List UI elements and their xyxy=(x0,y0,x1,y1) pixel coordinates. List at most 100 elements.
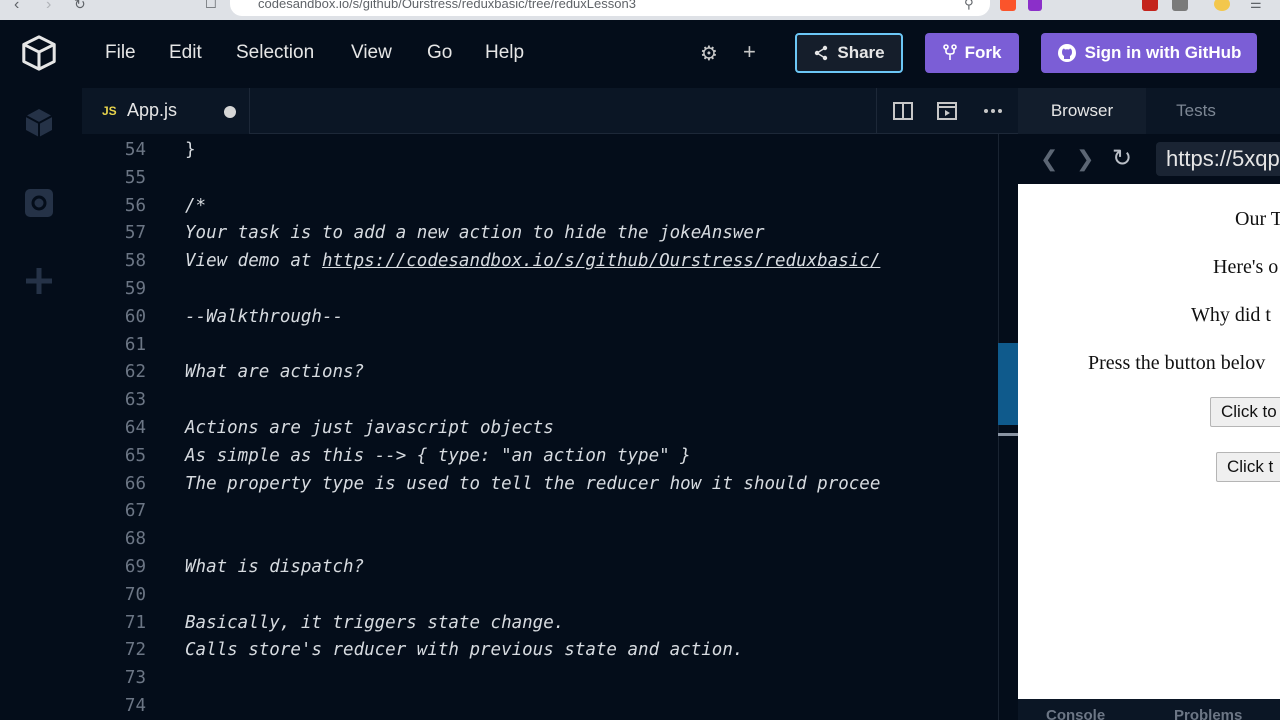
code-text-content: } xyxy=(185,140,196,160)
share-button[interactable]: Share xyxy=(795,33,903,73)
code-line[interactable]: 59 xyxy=(82,279,1018,307)
code-line[interactable]: 64 Actions are just javascript objects xyxy=(82,418,1018,446)
code-line[interactable]: 54} xyxy=(82,140,1018,168)
profile-avatar-icon[interactable] xyxy=(1214,0,1230,11)
menu-go[interactable]: Go xyxy=(427,42,452,64)
code-text-content: --Walkthrough-- xyxy=(185,306,344,327)
preview-forward-icon[interactable]: ❯ xyxy=(1076,146,1094,172)
code-line[interactable]: 60 --Walkthrough-- xyxy=(82,307,1018,335)
pdf-extension-icon[interactable] xyxy=(1142,0,1158,11)
code-text[interactable]: The property type is used to tell the re… xyxy=(185,474,880,494)
code-line[interactable]: 55 xyxy=(82,168,1018,196)
bookmark-icon[interactable]: ☐ xyxy=(205,0,217,12)
code-text[interactable]: Calls store's reducer with previous stat… xyxy=(185,640,743,660)
code-line[interactable]: 66 The property type is used to tell the … xyxy=(82,474,1018,502)
code-line[interactable]: 57 Your task is to add a new action to hi… xyxy=(82,223,1018,251)
code-text-content: What is dispatch? xyxy=(185,557,365,577)
code-text[interactable]: /* xyxy=(185,196,206,216)
code-text[interactable]: View demo at https://codesandbox.io/s/gi… xyxy=(185,251,880,271)
code-line[interactable]: 61 xyxy=(82,335,1018,363)
browser-back-icon[interactable]: ‹ xyxy=(14,0,19,14)
code-line[interactable]: 72 Calls store's reducer with previous st… xyxy=(82,640,1018,668)
add-dependency-plus-icon[interactable] xyxy=(22,264,56,298)
code-line[interactable]: 63 xyxy=(82,390,1018,418)
browser-menu-icon[interactable]: ☰ xyxy=(1250,0,1262,12)
preview-view-icon[interactable] xyxy=(936,100,958,122)
line-number: 72 xyxy=(124,640,146,661)
preview-back-icon[interactable]: ❮ xyxy=(1040,146,1058,172)
menu-edit[interactable]: Edit xyxy=(169,42,202,64)
menu-help[interactable]: Help xyxy=(485,42,524,64)
code-line[interactable]: 62 What are actions? xyxy=(82,362,1018,390)
code-line[interactable]: 68 xyxy=(82,529,1018,557)
fork-label: Fork xyxy=(964,43,1002,62)
tab-tests[interactable]: Tests xyxy=(1146,88,1246,134)
menu-selection[interactable]: Selection xyxy=(236,42,314,64)
tab-problems[interactable]: Problems xyxy=(1174,707,1242,720)
code-line[interactable]: 74 xyxy=(82,696,1018,720)
preview-instruction: Press the button belov xyxy=(1088,352,1266,374)
line-number: 65 xyxy=(124,445,146,466)
preview-joke-question: Why did t xyxy=(1191,304,1271,326)
tab-console[interactable]: Console xyxy=(1046,707,1105,720)
share-label: Share xyxy=(837,43,885,62)
fork-icon xyxy=(942,44,957,60)
preview-show-answer-button[interactable]: Click to xyxy=(1210,397,1280,427)
line-number: 60 xyxy=(124,306,146,327)
tab-browser[interactable]: Browser xyxy=(1018,88,1146,134)
preview-refresh-icon[interactable]: ↻ xyxy=(1112,144,1132,173)
code-text[interactable]: What is dispatch? xyxy=(185,557,364,577)
code-line[interactable]: 71 Basically, it triggers state change. xyxy=(82,613,1018,641)
code-link[interactable]: https://codesandbox.io/s/github/Ourstres… xyxy=(322,251,880,271)
code-line[interactable]: 67 xyxy=(82,501,1018,529)
code-text[interactable]: --Walkthrough-- xyxy=(185,307,343,327)
zoom-icon[interactable]: ⚲ xyxy=(964,0,974,12)
editor-scrollbar-thumb[interactable] xyxy=(998,343,1018,425)
code-line[interactable]: 70 xyxy=(82,585,1018,613)
extension-triangle-icon[interactable] xyxy=(1028,0,1042,11)
menu-view[interactable]: View xyxy=(351,42,392,64)
sign-in-github-button[interactable]: Sign in with GitHub xyxy=(1041,33,1257,73)
address-bar-text[interactable]: codesandbox.io/s/github/Ourstress/reduxb… xyxy=(258,0,636,11)
github-label: Sign in with GitHub xyxy=(1084,43,1242,62)
extension-icon[interactable] xyxy=(1172,0,1188,11)
javascript-file-icon: JS xyxy=(102,104,117,118)
brave-shield-icon[interactable] xyxy=(1000,0,1016,11)
scrollbar-marker xyxy=(998,433,1018,436)
line-number: 58 xyxy=(124,251,146,272)
code-line[interactable]: 73 xyxy=(82,668,1018,696)
code-editor[interactable]: 54} 55 56/* 57 Your task is to add a new act… xyxy=(82,134,1018,720)
menu-file[interactable]: File xyxy=(105,42,136,64)
code-text[interactable]: As simple as this --> { type: "an action… xyxy=(185,446,691,466)
code-text[interactable]: } xyxy=(185,140,196,160)
browser-forward-icon[interactable]: › xyxy=(46,0,51,14)
line-number: 62 xyxy=(124,362,146,383)
code-line[interactable]: 56 /* xyxy=(82,196,1018,224)
line-number: 55 xyxy=(124,167,146,188)
code-text[interactable]: Basically, it triggers state change. xyxy=(185,613,564,633)
browser-reload-icon[interactable]: ↻ xyxy=(74,0,86,13)
code-text-content: As simple as this --> { type: "an action… xyxy=(185,445,691,466)
line-number: 68 xyxy=(124,529,146,550)
editor-scrollbar[interactable] xyxy=(998,134,1018,720)
unsaved-dot-icon[interactable] xyxy=(224,106,236,118)
code-text[interactable]: Actions are just javascript objects xyxy=(185,418,554,438)
line-number: 69 xyxy=(124,557,146,577)
codesandbox-logo-icon[interactable] xyxy=(20,34,58,72)
preview-url-input[interactable]: https://5xqp xyxy=(1156,142,1280,176)
more-options-icon[interactable] xyxy=(982,100,1004,122)
tab-app-js[interactable]: JS App.js xyxy=(82,88,250,134)
code-text[interactable]: Your task is to add a new action to hide… xyxy=(185,223,764,243)
split-view-icon[interactable] xyxy=(892,100,914,122)
add-plus-icon[interactable]: + xyxy=(743,39,756,65)
activity-bar xyxy=(0,86,80,720)
config-gear-icon[interactable] xyxy=(22,186,56,220)
settings-gear-icon[interactable]: ⚙ xyxy=(700,41,718,66)
preview-second-button[interactable]: Click t xyxy=(1216,452,1280,482)
code-line[interactable]: 69 What is dispatch? xyxy=(82,557,1018,585)
code-line[interactable]: 58 View demo at https://codesandbox.io/s/… xyxy=(82,251,1018,279)
sandbox-info-cube-icon[interactable] xyxy=(22,106,56,140)
code-text[interactable]: What are actions? xyxy=(185,362,364,382)
fork-button[interactable]: Fork xyxy=(925,33,1019,73)
code-line[interactable]: 65 As simple as this --> { type: "an acti… xyxy=(82,446,1018,474)
